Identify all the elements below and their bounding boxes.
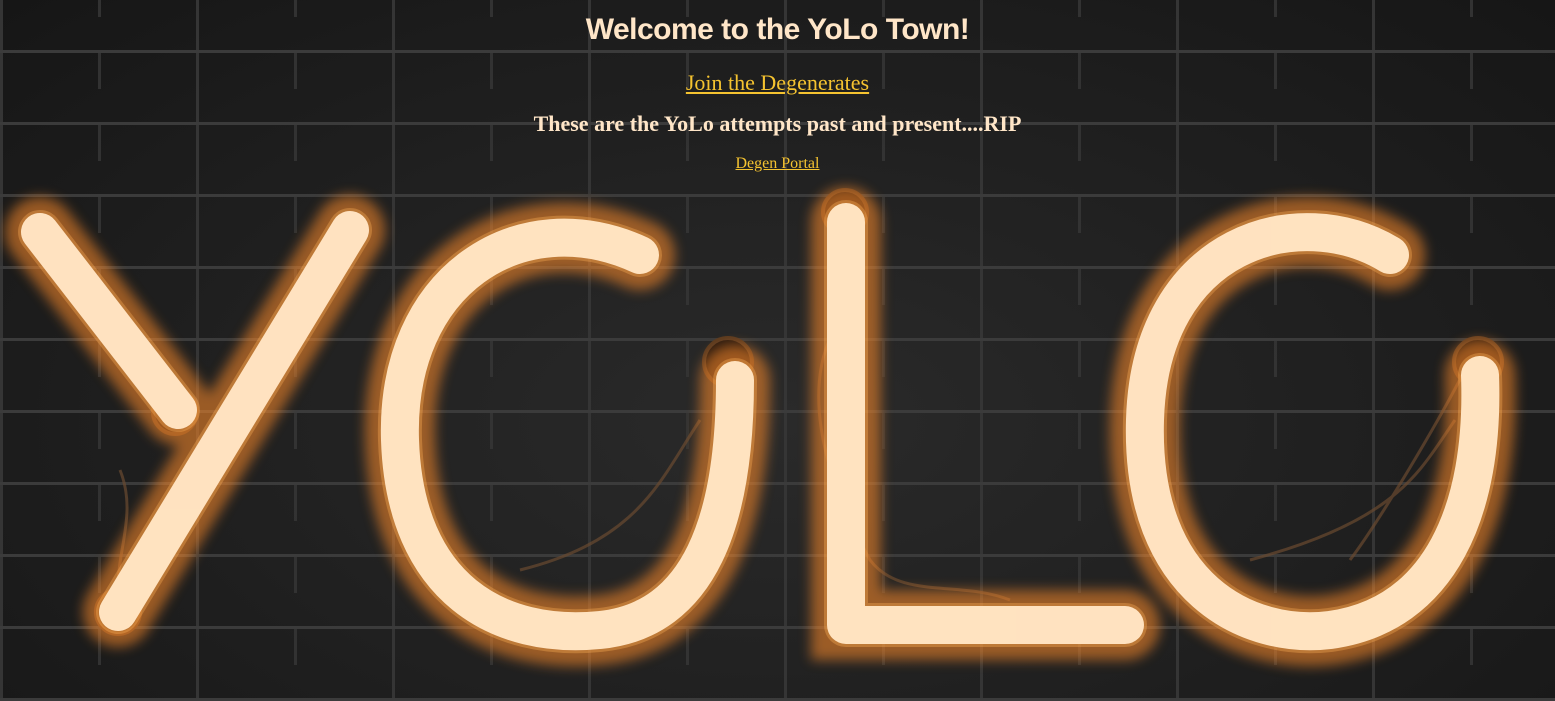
neon-wires xyxy=(116,319,1472,611)
page: Welcome to the YoLo Town! Join the Degen… xyxy=(0,0,1555,701)
neon-letter-l xyxy=(827,203,1144,644)
join-degenerates-link[interactable]: Join the Degenerates xyxy=(686,70,869,96)
welcome-title: Welcome to the YoLo Town! xyxy=(585,13,970,46)
page-header: Welcome to the YoLo Town! Join the Degen… xyxy=(0,0,1555,174)
degen-portal-link[interactable]: Degen Portal xyxy=(736,154,820,174)
rip-heading: These are the YoLo attempts past and pre… xyxy=(533,111,1022,136)
